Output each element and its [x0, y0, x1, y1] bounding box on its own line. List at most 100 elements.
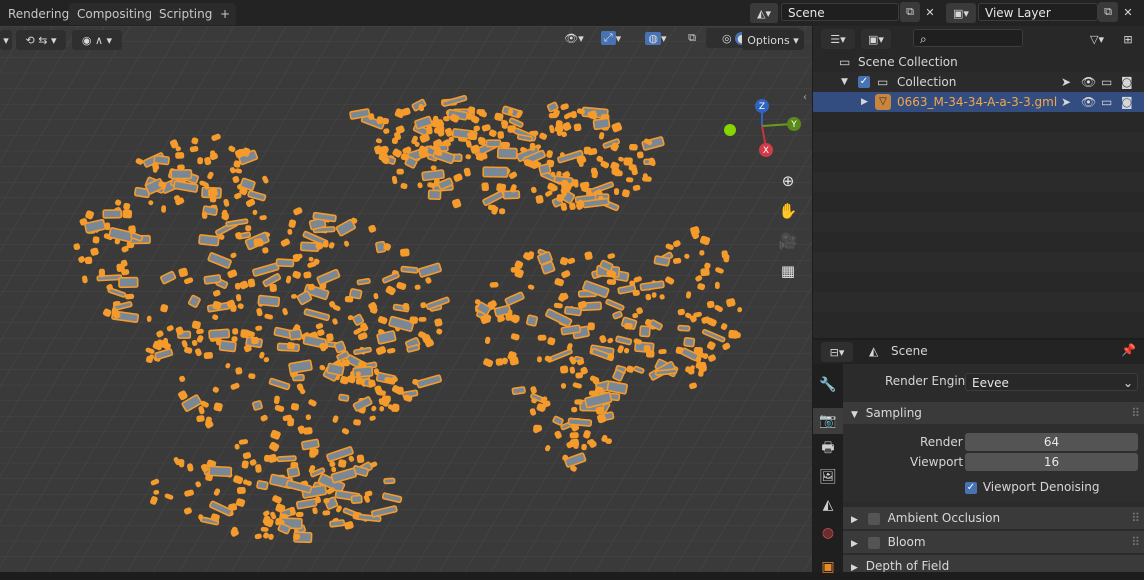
view-layer-selector-icon[interactable]: ▣▾ — [946, 3, 976, 23]
collection-enable-checkbox[interactable]: ✓ — [858, 76, 870, 88]
render-engine-dropdown[interactable]: Eevee ⌄ — [965, 373, 1138, 391]
building-footprint — [85, 210, 95, 220]
navigation-gizmo[interactable]: Z Y X — [718, 96, 808, 160]
camera-render-icon[interactable]: ◙ — [1121, 92, 1133, 112]
drag-handle-icon[interactable]: ⠿ — [1131, 402, 1140, 424]
expand-arrow-icon[interactable]: ▶ — [861, 92, 868, 112]
wireframe-shading-icon[interactable]: ◎ — [722, 32, 732, 45]
tool-tab-icon[interactable]: 🔧 — [813, 372, 843, 398]
building-footprint — [344, 296, 354, 303]
building-footprint — [122, 209, 133, 219]
view-layer-field[interactable]: View Layer — [978, 3, 1098, 21]
building-footprint — [90, 247, 99, 256]
new-view-layer-icon[interactable]: ⧉ — [1098, 2, 1118, 22]
eye-icon[interactable]: 👁 — [1081, 72, 1096, 92]
filter-icon[interactable]: ▽▾ — [1081, 29, 1113, 49]
pan-hand-icon[interactable]: ✋ — [776, 199, 800, 223]
building-footprint — [527, 251, 535, 260]
new-scene-icon[interactable]: ⧉ — [900, 2, 920, 22]
snapping-toggle[interactable]: ⟲ ⇆ ▾ — [16, 30, 66, 50]
delete-view-layer-icon[interactable]: ✕ — [1118, 2, 1138, 22]
expand-arrow-icon: ▶ — [851, 563, 858, 572]
building-footprint — [350, 494, 363, 504]
tab-scripting[interactable]: Scripting — [151, 3, 221, 25]
building-footprint — [426, 126, 433, 135]
sidebar-toggle-icon[interactable]: ‹ — [803, 92, 807, 103]
building-footprint — [400, 265, 419, 274]
building-footprint — [529, 142, 536, 151]
gizmo-toggle[interactable]: ⤢ ▾ — [594, 28, 628, 48]
tab-compositing[interactable]: Compositing — [69, 3, 161, 25]
options-dropdown[interactable]: Options ▾ — [742, 30, 804, 50]
eye-icon[interactable]: 👁 — [1081, 92, 1096, 112]
ambient-occlusion-panel[interactable]: ▶ Ambient Occlusion ⠿ — [843, 507, 1144, 529]
building-footprint — [437, 130, 445, 137]
building-footprint — [262, 247, 269, 254]
bloom-checkbox[interactable] — [867, 536, 880, 549]
camera-render-icon[interactable]: ◙ — [1121, 72, 1133, 92]
overlays-toggle[interactable]: ◍ ▾ — [638, 28, 674, 48]
building-footprint — [208, 328, 231, 340]
editor-type-icon[interactable]: ☰▾ — [821, 29, 855, 49]
view-layer-tab-icon[interactable]: 🖼 — [813, 464, 843, 490]
delete-scene-icon[interactable]: ✕ — [920, 2, 940, 22]
pin-icon[interactable]: 📌 — [1121, 343, 1136, 357]
building-footprint — [510, 333, 520, 341]
camera-view-icon[interactable]: 🎥 — [776, 229, 800, 253]
scene-name-field[interactable]: Scene — [781, 3, 899, 21]
building-footprint — [268, 533, 274, 540]
xray-toggle[interactable]: ⧉ — [682, 28, 702, 48]
bloom-panel[interactable]: ▶ Bloom ⠿ — [843, 531, 1144, 553]
building-footprint — [189, 145, 199, 153]
outliner-row-scene-collection[interactable]: ▭ Scene Collection — [813, 52, 1144, 72]
drag-handle-icon[interactable]: ⠿ — [1131, 531, 1140, 553]
output-tab-icon[interactable]: 🖶 — [813, 436, 843, 462]
ortho-grid-icon[interactable]: ▦ — [776, 259, 800, 283]
object-mode-dropdown[interactable]: ▾ — [0, 30, 12, 50]
building-footprint — [204, 156, 212, 166]
monitor-icon[interactable]: ▭ — [1101, 72, 1112, 92]
outliner-row-object[interactable]: ▶ ▽ 0663_M-34-34-A-a-3-3.gml ➤ 👁 ▭ ◙ — [813, 92, 1144, 112]
building-footprint — [82, 275, 88, 284]
object-tab-icon[interactable]: ▣ — [813, 554, 843, 580]
scene-selector-icon[interactable]: ◭▾ — [750, 3, 778, 23]
building-footprint — [698, 370, 704, 377]
outliner-row-collection[interactable]: ▼ ✓ ▭ Collection ➤ 👁 ▭ ◙ — [813, 72, 1144, 92]
monitor-icon[interactable]: ▭ — [1101, 92, 1112, 112]
neg-y-axis-icon[interactable] — [724, 124, 736, 136]
outliner-empty-row — [813, 292, 1144, 312]
viewport-denoising-checkbox[interactable]: ✓ Viewport Denoising — [965, 480, 1099, 494]
proportional-edit-toggle[interactable]: ◉ ∧ ▾ — [72, 30, 122, 50]
building-footprint — [196, 415, 205, 423]
drag-handle-icon[interactable]: ⠿ — [1131, 507, 1140, 529]
visibility-dropdown[interactable]: 👁▾ — [558, 28, 590, 48]
building-footprint — [536, 356, 542, 363]
add-workspace-button[interactable]: + — [214, 3, 237, 25]
viewport-samples-field[interactable]: 16 — [965, 453, 1138, 471]
select-arrow-icon[interactable]: ➤ — [1061, 92, 1071, 112]
building-footprint — [198, 514, 204, 521]
building-footprint — [474, 299, 481, 305]
building-footprint — [292, 253, 301, 262]
3d-viewport[interactable] — [0, 26, 812, 572]
ambient-occlusion-checkbox[interactable] — [867, 512, 880, 525]
scene-tab-icon[interactable]: ◭ — [813, 492, 843, 518]
editor-type-icon[interactable]: ⊟▾ — [821, 342, 853, 362]
new-collection-icon[interactable]: ⊞ — [1117, 29, 1139, 49]
select-arrow-icon[interactable]: ➤ — [1061, 72, 1071, 92]
building-footprint — [273, 395, 280, 405]
render-tab-icon[interactable]: 📷 — [813, 408, 843, 434]
outliner-search-input[interactable]: ⌕ — [913, 29, 1023, 47]
building-footprint — [225, 363, 231, 369]
display-mode-icon[interactable]: ▣▾ — [861, 29, 891, 49]
zoom-icon[interactable]: ⊕ — [776, 169, 800, 193]
expand-arrow-icon: ▶ — [851, 539, 858, 549]
expand-arrow-icon[interactable]: ▼ — [841, 72, 848, 92]
tab-rendering[interactable]: Rendering — [0, 3, 77, 25]
sampling-panel-header[interactable]: ▼ Sampling ⠿ — [843, 402, 1144, 424]
render-samples-field[interactable]: 64 — [965, 433, 1138, 451]
building-footprint — [315, 242, 324, 250]
world-tab-icon[interactable]: ◍ — [813, 520, 843, 546]
building-footprint — [677, 308, 685, 316]
depth-of-field-panel[interactable]: ▶ Depth of Field — [843, 555, 1144, 572]
